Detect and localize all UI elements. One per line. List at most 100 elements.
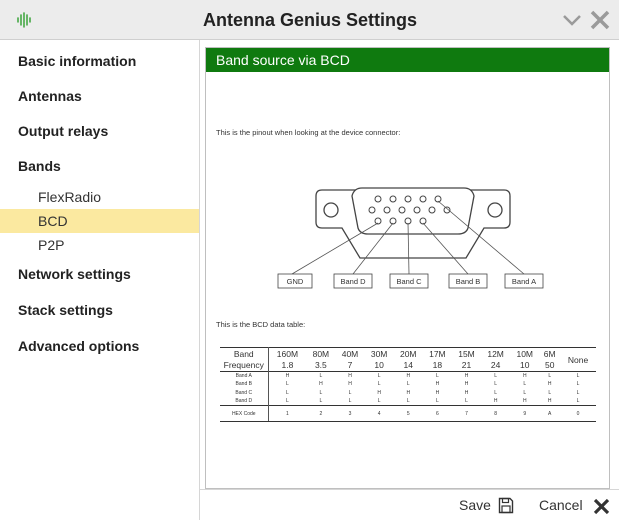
close-icon[interactable] [588,8,612,32]
footer-bar: Save Cancel [200,489,619,520]
bcd-data-table: Band 160M 80M 40M 30M 20M 17M 15M 12M 10… [220,347,596,422]
sidebar-item-p2p[interactable]: P2P [0,233,199,257]
table-cell: 21 [461,360,472,371]
table-cell: 50 [544,360,555,371]
table-cell: L [364,371,394,380]
sidebar-item-flexradio[interactable]: FlexRadio [0,185,199,209]
table-row-band-b: Band B L H H L L H H L L H L [220,380,596,389]
table-cell: Band [220,347,269,360]
table-cell: L [348,398,352,404]
pin-label-band-a: Band A [512,277,536,286]
table-cell: L [406,398,410,404]
table-cell: L [576,398,580,404]
table-cell: L [548,389,552,396]
table-cell: 12M [481,347,511,360]
table-cell: 8 [481,405,511,422]
table-cell: L [422,371,452,380]
panel-header: Band source via BCD [206,48,609,72]
table-cell: H [464,381,469,388]
pin-label-band-c: Band C [396,277,422,286]
table-cell: 7 [451,405,482,422]
table-cell: 3 [335,405,365,422]
sidebar-item-bcd[interactable]: BCD [0,209,199,233]
table-cell: H [393,371,423,380]
table-cell: 10 [520,360,530,371]
table-cell: H [547,381,552,388]
table-cell: Band A [220,371,269,380]
table-row-frequency: Frequency 1.8 3.5 7 10 14 18 21 24 10 50 [220,359,596,372]
db15-connector-diagram: GND Band D Band C Band B Band A [277,187,544,289]
sidebar: Basic information Antennas Output relays… [0,40,199,520]
pin-label-band-d: Band D [340,277,366,286]
table-cell: 6M [539,347,561,360]
pin-label-band-b: Band B [456,277,481,286]
table-cell: L [576,381,580,388]
table-cell: L [286,389,289,396]
table-cell: H [377,389,381,396]
table-cell: 17M [422,347,452,360]
table-cell: H [464,389,469,396]
table-row-bands: Band 160M 80M 40M 30M 20M 17M 15M 12M 10… [220,347,596,372]
table-cell: L [306,371,336,380]
table-cell: H [268,371,307,380]
chevron-down-icon[interactable] [560,8,584,32]
sidebar-item-network-settings[interactable]: Network settings [0,257,199,291]
table-cell-none: None [560,347,596,372]
screw-hole-left [323,202,339,218]
table-cell: 10M [510,347,540,360]
table-cell: H [522,398,527,404]
table-cell: H [547,398,552,404]
table-cell: 9 [510,405,540,422]
sidebar-item-bands[interactable]: Bands [0,149,199,183]
table-cell: L [377,398,381,404]
table-cell: H [493,398,498,404]
screw-hole-right [487,202,503,218]
table-cell: 20M [393,347,423,360]
table-cell: A [539,405,561,422]
cancel-button[interactable]: Cancel [539,490,583,520]
table-caption: This is the BCD data table: [216,320,306,329]
table-row-hex-code: HEX Code 1 2 3 4 5 6 7 8 9 A 0 [220,405,596,422]
table-cell: H [435,389,440,396]
x-icon[interactable] [593,498,610,515]
sidebar-item-antennas[interactable]: Antennas [0,79,199,113]
table-cell: L [481,371,511,380]
sidebar-item-output-relays[interactable]: Output relays [0,114,199,148]
table-cell: 40M [335,347,365,360]
table-cell: H [510,371,540,380]
save-button[interactable]: Save [459,490,491,520]
table-cell: 5 [393,405,423,422]
table-row-band-c: Band C L L L H H H H L L L L [220,388,596,397]
sidebar-item-advanced-options[interactable]: Advanced options [0,329,199,363]
table-cell: L [348,389,352,396]
table-row-band-a: Band A H L H L H L H L H L L [220,371,596,380]
table-cell: Band C [220,388,269,397]
table-cell: H [348,381,352,388]
table-row-band-d: Band D L L L L L L L H H H L [220,397,596,406]
floppy-disk-icon[interactable] [498,497,514,514]
table-cell: H [435,381,440,388]
table-cell: L [523,389,527,396]
sidebar-item-basic-information[interactable]: Basic information [0,44,199,78]
table-cell: 0 [560,405,596,422]
table-cell: 2 [306,405,336,422]
table-cell: L [435,398,439,404]
sidebar-divider [199,40,200,520]
table-cell: L [286,398,289,404]
window-title: Antenna Genius Settings [203,10,418,30]
table-cell: 80M [306,347,336,360]
table-cell: 30M [364,347,394,360]
table-cell: Band D [220,397,269,406]
table-cell: HEX Code [220,405,269,422]
table-cell: 7 [347,360,353,371]
bcd-panel: Band source via BCD This is the pinout w… [205,47,610,489]
title-bar: Antenna Genius Settings [0,0,619,40]
table-cell: H [406,389,411,396]
table-cell: 4 [364,405,394,422]
table-cell: 10 [374,360,384,371]
table-cell: L [465,398,468,404]
pinout-caption: This is the pinout when looking at the d… [216,128,401,137]
sidebar-item-stack-settings[interactable]: Stack settings [0,293,199,327]
table-cell: Frequency [220,359,269,372]
table-cell: L [319,389,323,396]
